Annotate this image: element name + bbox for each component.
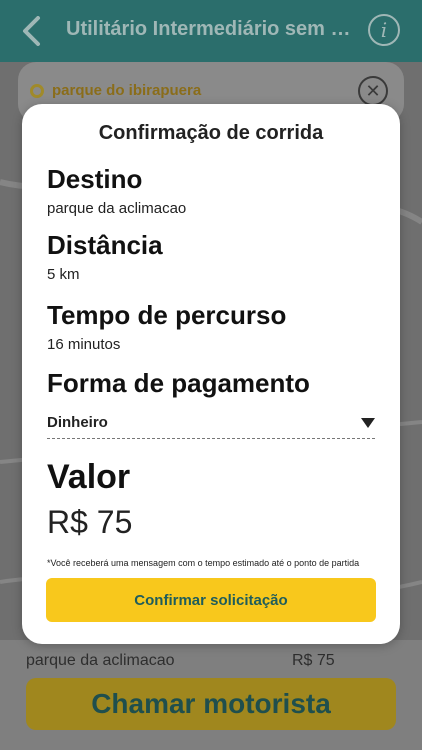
dialog-title: Confirmação de corrida <box>98 122 324 144</box>
distancia-value: 5 km <box>47 266 80 283</box>
distancia-label: Distância <box>47 230 163 260</box>
pagamento-label: Forma de pagamento <box>47 368 310 398</box>
origin-label: parque do ibirapuera <box>52 82 202 99</box>
info-note: *Você receberá uma mensagem com o tempo … <box>47 558 360 568</box>
info-icon: i <box>380 18 388 42</box>
clear-origin-button[interactable]: ✕ <box>358 76 388 106</box>
dropdown-arrow-icon <box>361 418 375 428</box>
tempo-label: Tempo de percurso <box>47 300 287 330</box>
valor-amount: R$ 75 <box>47 504 133 540</box>
back-button[interactable] <box>14 14 48 48</box>
page-title: Utilitário Intermediário sem ca... <box>66 18 358 40</box>
valor-label: Valor <box>47 458 131 496</box>
payment-method-select[interactable]: Dinheiro <box>47 410 375 439</box>
top-app-bar: Utilitário Intermediário sem ca... i <box>0 0 422 62</box>
tempo-value: 16 minutos <box>47 336 121 353</box>
call-driver-button[interactable]: Chamar motorista <box>26 678 396 730</box>
confirm-request-button[interactable]: Confirmar solicitação <box>46 578 376 622</box>
bottom-destination: parque da aclimacao <box>26 652 175 669</box>
confirmation-dialog: Confirmação de corrida Destino parque da… <box>22 104 400 644</box>
destino-value: parque da aclimacao <box>47 200 187 217</box>
location-pin-icon <box>30 84 44 98</box>
chevron-left-icon <box>23 16 40 46</box>
close-icon: ✕ <box>365 80 381 101</box>
destino-label: Destino <box>47 164 143 194</box>
payment-method-value: Dinheiro <box>47 414 108 431</box>
bottom-panel: parque da aclimacao R$ 75 Chamar motoris… <box>0 640 422 750</box>
info-button[interactable]: i <box>368 14 400 46</box>
bottom-price: R$ 75 <box>292 652 335 669</box>
